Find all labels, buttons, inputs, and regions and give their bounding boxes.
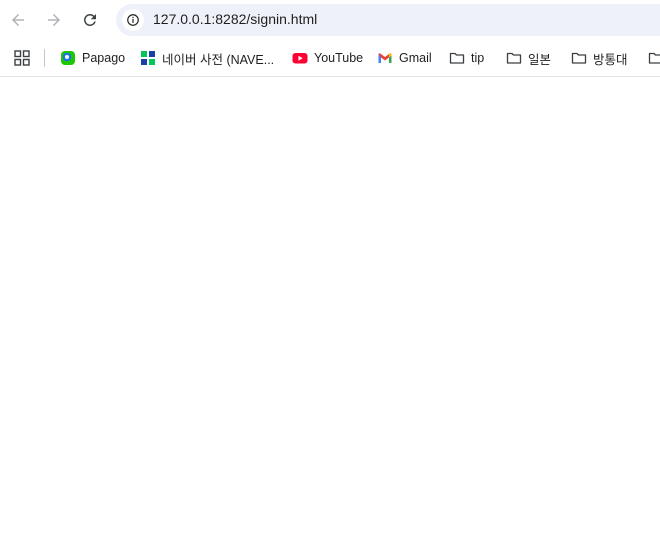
bookmark-gmail[interactable]: Gmail bbox=[377, 47, 432, 69]
bookmark-folder-knou[interactable]: 방통대 bbox=[571, 47, 628, 69]
gmail-icon bbox=[377, 50, 393, 66]
naver-dict-icon bbox=[140, 50, 156, 66]
papago-icon bbox=[60, 50, 76, 66]
info-icon bbox=[127, 14, 139, 26]
page-content bbox=[0, 77, 660, 549]
arrow-right-icon bbox=[48, 14, 60, 26]
bookmark-folder-overflow[interactable] bbox=[648, 47, 660, 69]
folder-icon bbox=[449, 50, 465, 66]
bookmark-label: 방통대 bbox=[593, 52, 628, 67]
bookmarks-bar: Papago 네이버 사전 (NAVE... YouTube Gmail tip… bbox=[0, 40, 660, 77]
bookmark-label: 네이버 사전 (NAVE... bbox=[162, 52, 275, 67]
url-text[interactable]: 127.0.0.1:8282/signin.html bbox=[153, 11, 317, 27]
back-button[interactable] bbox=[4, 6, 32, 34]
bookmark-label: 일본 bbox=[528, 52, 552, 67]
bookmark-folder-japan[interactable]: 일본 bbox=[506, 47, 551, 69]
bookmark-label: tip bbox=[471, 51, 485, 65]
folder-icon bbox=[648, 50, 660, 66]
bookmark-youtube[interactable]: YouTube bbox=[292, 47, 363, 69]
apps-grid-icon bbox=[14, 50, 30, 66]
browser-toolbar: 127.0.0.1:8282/signin.html bbox=[0, 0, 660, 40]
bookmark-label: YouTube bbox=[314, 51, 364, 65]
bookmark-papago[interactable]: Papago bbox=[60, 47, 125, 69]
address-bar[interactable]: 127.0.0.1:8282/signin.html bbox=[116, 4, 660, 36]
bookmark-label: Papago bbox=[82, 51, 126, 65]
folder-icon bbox=[571, 50, 587, 66]
bookmark-naver-dictionary[interactable]: 네이버 사전 (NAVE... bbox=[140, 47, 274, 69]
forward-button[interactable] bbox=[40, 6, 68, 34]
site-info-button[interactable] bbox=[122, 9, 144, 31]
apps-button[interactable] bbox=[12, 48, 32, 68]
youtube-icon bbox=[292, 50, 308, 66]
arrow-left-icon bbox=[12, 14, 24, 26]
reload-icon bbox=[83, 13, 96, 26]
bookmark-label: Gmail bbox=[399, 51, 432, 65]
bookmark-folder-tip[interactable]: tip bbox=[449, 47, 484, 69]
folder-icon bbox=[506, 50, 522, 66]
bookmarks-separator bbox=[44, 49, 45, 67]
reload-button[interactable] bbox=[76, 6, 104, 34]
